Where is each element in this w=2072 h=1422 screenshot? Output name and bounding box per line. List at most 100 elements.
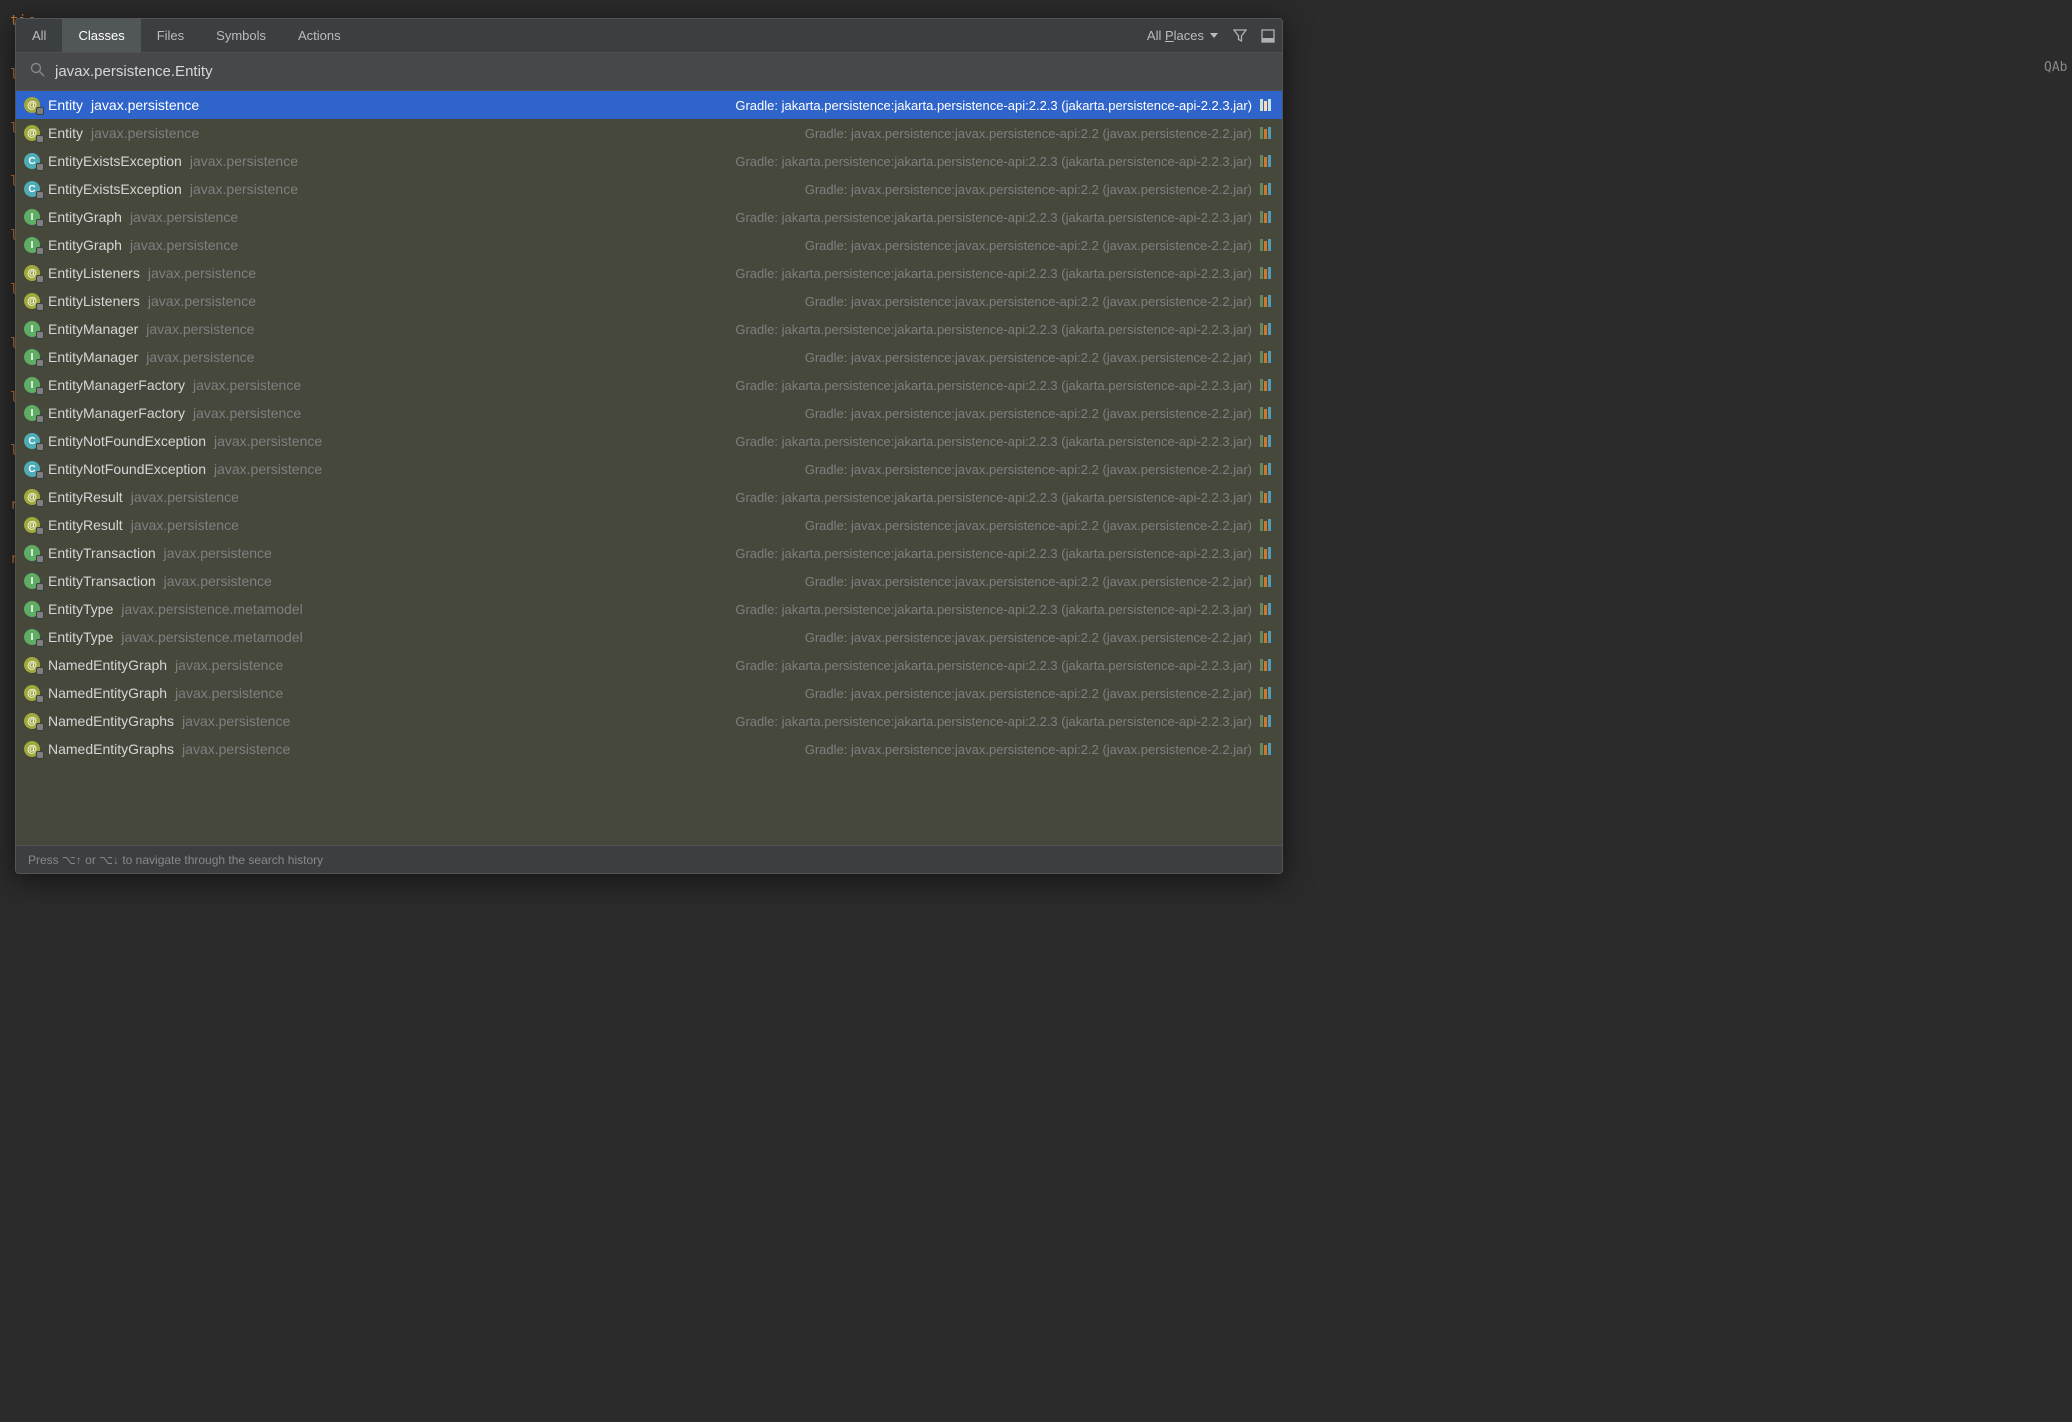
tab-all[interactable]: All (16, 19, 62, 52)
annotation-icon: @ (24, 657, 40, 673)
library-lock-icon (36, 471, 44, 479)
library-icon (1260, 687, 1274, 699)
result-location: Gradle: javax.persistence:javax.persiste… (805, 742, 1252, 757)
result-class-name: EntityManager (48, 321, 138, 337)
result-row[interactable]: IEntityTypejavax.persistence.metamodelGr… (16, 595, 1282, 623)
result-package: javax.persistence (131, 517, 239, 533)
result-row[interactable]: @Entityjavax.persistenceGradle: javax.pe… (16, 119, 1282, 147)
interface-icon: I (24, 573, 40, 589)
result-location: Gradle: jakarta.persistence:jakarta.pers… (735, 210, 1252, 225)
result-class-name: EntityGraph (48, 209, 122, 225)
result-package: javax.persistence.metamodel (121, 601, 302, 617)
result-class-name: EntityListeners (48, 293, 140, 309)
result-row[interactable]: @NamedEntityGraphsjavax.persistenceGradl… (16, 735, 1282, 763)
interface-icon: I (24, 377, 40, 393)
open-in-tool-window-icon[interactable] (1254, 19, 1282, 52)
annotation-icon: @ (24, 293, 40, 309)
library-lock-icon (36, 751, 44, 759)
class-icon: C (24, 181, 40, 197)
result-row[interactable]: IEntityTransactionjavax.persistenceGradl… (16, 539, 1282, 567)
result-row[interactable]: @NamedEntityGraphsjavax.persistenceGradl… (16, 707, 1282, 735)
result-class-name: NamedEntityGraphs (48, 713, 174, 729)
library-lock-icon (36, 107, 44, 115)
search-everywhere-popup: All Classes Files Symbols Actions All Pl… (15, 18, 1283, 874)
result-row[interactable]: @EntityListenersjavax.persistenceGradle:… (16, 259, 1282, 287)
result-location: Gradle: jakarta.persistence:jakarta.pers… (735, 154, 1252, 169)
tab-symbols[interactable]: Symbols (200, 19, 282, 52)
result-location: Gradle: javax.persistence:javax.persiste… (805, 406, 1252, 421)
tab-files[interactable]: Files (141, 19, 200, 52)
search-input[interactable] (55, 63, 1268, 80)
tab-actions[interactable]: Actions (282, 19, 357, 52)
result-row[interactable]: @NamedEntityGraphjavax.persistenceGradle… (16, 651, 1282, 679)
interface-icon: I (24, 209, 40, 225)
result-location: Gradle: jakarta.persistence:jakarta.pers… (735, 658, 1252, 673)
result-location: Gradle: javax.persistence:javax.persiste… (805, 686, 1252, 701)
result-row[interactable]: @EntityResultjavax.persistenceGradle: ja… (16, 483, 1282, 511)
result-location: Gradle: jakarta.persistence:jakarta.pers… (735, 322, 1252, 337)
tab-classes[interactable]: Classes (62, 19, 140, 52)
result-class-name: EntityManagerFactory (48, 405, 185, 421)
result-location: Gradle: javax.persistence:javax.persiste… (805, 630, 1252, 645)
library-lock-icon (36, 247, 44, 255)
result-location: Gradle: jakarta.persistence:jakarta.pers… (735, 434, 1252, 449)
library-lock-icon (36, 275, 44, 283)
result-row[interactable]: IEntityGraphjavax.persistenceGradle: jak… (16, 203, 1282, 231)
result-row[interactable]: IEntityManagerFactoryjavax.persistenceGr… (16, 371, 1282, 399)
result-row[interactable]: IEntityTransactionjavax.persistenceGradl… (16, 567, 1282, 595)
result-location: Gradle: javax.persistence:javax.persiste… (805, 574, 1252, 589)
library-lock-icon (36, 359, 44, 367)
result-class-name: EntityExistsException (48, 153, 182, 169)
library-lock-icon (36, 135, 44, 143)
result-package: javax.persistence (164, 573, 272, 589)
result-package: javax.persistence (164, 545, 272, 561)
result-row[interactable]: IEntityManagerjavax.persistenceGradle: j… (16, 343, 1282, 371)
result-row[interactable]: CEntityExistsExceptionjavax.persistenceG… (16, 175, 1282, 203)
annotation-icon: @ (24, 517, 40, 533)
result-row[interactable]: @EntityResultjavax.persistenceGradle: ja… (16, 511, 1282, 539)
interface-icon: I (24, 321, 40, 337)
results-list[interactable]: @Entityjavax.persistenceGradle: jakarta.… (16, 91, 1282, 845)
result-row[interactable]: IEntityTypejavax.persistence.metamodelGr… (16, 623, 1282, 651)
footer-hint: Press ⌥↑ or ⌥↓ to navigate through the s… (28, 853, 323, 867)
library-icon (1260, 575, 1274, 587)
library-lock-icon (36, 723, 44, 731)
library-icon (1260, 379, 1274, 391)
editor-right-clip: QAb (2044, 60, 2072, 75)
result-row[interactable]: CEntityNotFoundExceptionjavax.persistenc… (16, 427, 1282, 455)
scope-selector[interactable]: All Places (1139, 19, 1226, 52)
library-icon (1260, 603, 1274, 615)
result-package: javax.persistence (190, 153, 298, 169)
result-location: Gradle: javax.persistence:javax.persiste… (805, 126, 1252, 141)
result-class-name: EntityTransaction (48, 545, 156, 561)
library-icon (1260, 435, 1274, 447)
popup-footer: Press ⌥↑ or ⌥↓ to navigate through the s… (16, 845, 1282, 873)
library-icon (1260, 211, 1274, 223)
filter-icon[interactable] (1226, 19, 1254, 52)
class-icon: C (24, 461, 40, 477)
result-package: javax.persistence (175, 657, 283, 673)
result-row[interactable]: IEntityManagerjavax.persistenceGradle: j… (16, 315, 1282, 343)
result-row[interactable]: IEntityGraphjavax.persistenceGradle: jav… (16, 231, 1282, 259)
annotation-icon: @ (24, 713, 40, 729)
result-class-name: NamedEntityGraphs (48, 741, 174, 757)
class-icon: C (24, 433, 40, 449)
result-package: javax.persistence (148, 293, 256, 309)
result-location: Gradle: jakarta.persistence:jakarta.pers… (735, 546, 1252, 561)
library-icon (1260, 519, 1274, 531)
library-icon (1260, 743, 1274, 755)
annotation-icon: @ (24, 125, 40, 141)
result-row[interactable]: IEntityManagerFactoryjavax.persistenceGr… (16, 399, 1282, 427)
library-icon (1260, 183, 1274, 195)
result-row[interactable]: CEntityExistsExceptionjavax.persistenceG… (16, 147, 1282, 175)
result-package: javax.persistence (214, 461, 322, 477)
annotation-icon: @ (24, 741, 40, 757)
result-package: javax.persistence (91, 125, 199, 141)
result-package: javax.persistence (214, 433, 322, 449)
result-row[interactable]: @EntityListenersjavax.persistenceGradle:… (16, 287, 1282, 315)
result-row[interactable]: @NamedEntityGraphjavax.persistenceGradle… (16, 679, 1282, 707)
result-row[interactable]: @Entityjavax.persistenceGradle: jakarta.… (16, 91, 1282, 119)
result-location: Gradle: javax.persistence:javax.persiste… (805, 518, 1252, 533)
result-row[interactable]: CEntityNotFoundExceptionjavax.persistenc… (16, 455, 1282, 483)
result-location: Gradle: javax.persistence:javax.persiste… (805, 462, 1252, 477)
